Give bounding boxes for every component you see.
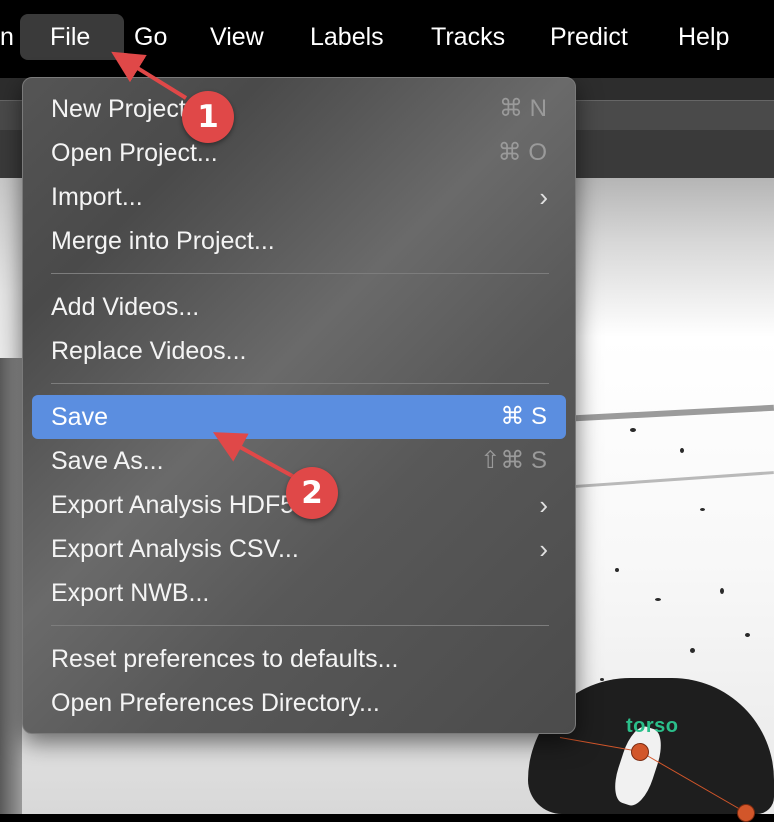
menu-item-label: Open Project...: [51, 139, 218, 167]
menu-item-label: Save: [51, 403, 108, 431]
video-speck: [655, 598, 661, 601]
menu-item-label: Add Videos...: [51, 293, 200, 321]
chevron-right-icon: ›: [539, 182, 548, 212]
menu-item-label: Reset preferences to defaults...: [51, 645, 399, 673]
menu-item-new-project[interactable]: New Project... ⌘ N: [32, 87, 566, 131]
video-speck: [630, 428, 636, 432]
menu-item-merge-into-project[interactable]: Merge into Project...: [32, 219, 566, 263]
menu-separator: [51, 383, 549, 384]
shortcut-label: ⌘ O: [497, 139, 547, 166]
menu-item-label: Save As...: [51, 447, 164, 475]
annotation-badge-2: 2: [286, 467, 338, 519]
video-speck: [720, 588, 724, 594]
menubar-item-view[interactable]: View: [200, 14, 274, 60]
torso-node[interactable]: [631, 743, 649, 761]
menubar-item-tracks[interactable]: Tracks: [421, 14, 515, 60]
video-speck: [745, 633, 750, 637]
menubar-item-go[interactable]: Go: [124, 14, 177, 60]
menu-separator: [51, 273, 549, 274]
menu-item-label: Export Analysis HDF5...: [51, 491, 315, 519]
video-speck: [700, 508, 705, 511]
menubar: n File Go View Labels Tracks Predict Hel…: [0, 0, 774, 76]
menubar-item-file[interactable]: File: [20, 14, 124, 60]
node-label-torso: torso: [626, 715, 679, 737]
menu-item-label: Import...: [51, 183, 143, 211]
menu-item-label: Export NWB...: [51, 579, 210, 607]
shortcut-label: ⇧⌘ S: [480, 447, 547, 474]
file-menu: New Project... ⌘ N Open Project... ⌘ O I…: [22, 77, 576, 734]
video-speck: [615, 568, 619, 572]
menu-item-label: Export Analysis CSV...: [51, 535, 299, 563]
menubar-item-help[interactable]: Help: [668, 14, 739, 60]
annotation-badge-1: 1: [182, 91, 234, 143]
menu-item-label: Replace Videos...: [51, 337, 247, 365]
video-speck: [690, 648, 695, 653]
menu-item-replace-videos[interactable]: Replace Videos...: [32, 329, 566, 373]
menu-item-save[interactable]: Save ⌘ S: [32, 395, 566, 439]
menu-item-open-project[interactable]: Open Project... ⌘ O: [32, 131, 566, 175]
menu-item-open-preferences-directory[interactable]: Open Preferences Directory...: [32, 681, 566, 725]
shortcut-label: ⌘ S: [500, 403, 547, 430]
shortcut-label: ⌘ N: [499, 95, 547, 122]
menu-item-add-videos[interactable]: Add Videos...: [32, 285, 566, 329]
menu-item-reset-preferences[interactable]: Reset preferences to defaults...: [32, 637, 566, 681]
menu-item-import[interactable]: Import... ›: [32, 175, 566, 219]
chevron-right-icon: ›: [539, 490, 548, 520]
video-speck: [680, 448, 684, 453]
tail-node[interactable]: [737, 804, 755, 822]
video-left-edge: [0, 358, 22, 814]
menu-item-label: Merge into Project...: [51, 227, 275, 255]
menu-item-label: Open Preferences Directory...: [51, 689, 380, 717]
menu-item-export-analysis-csv[interactable]: Export Analysis CSV... ›: [32, 527, 566, 571]
menubar-item-predict[interactable]: Predict: [540, 14, 638, 60]
chevron-right-icon: ›: [539, 534, 548, 564]
menubar-item-labels[interactable]: Labels: [300, 14, 394, 60]
menu-separator: [51, 625, 549, 626]
menu-item-export-nwb[interactable]: Export NWB...: [32, 571, 566, 615]
